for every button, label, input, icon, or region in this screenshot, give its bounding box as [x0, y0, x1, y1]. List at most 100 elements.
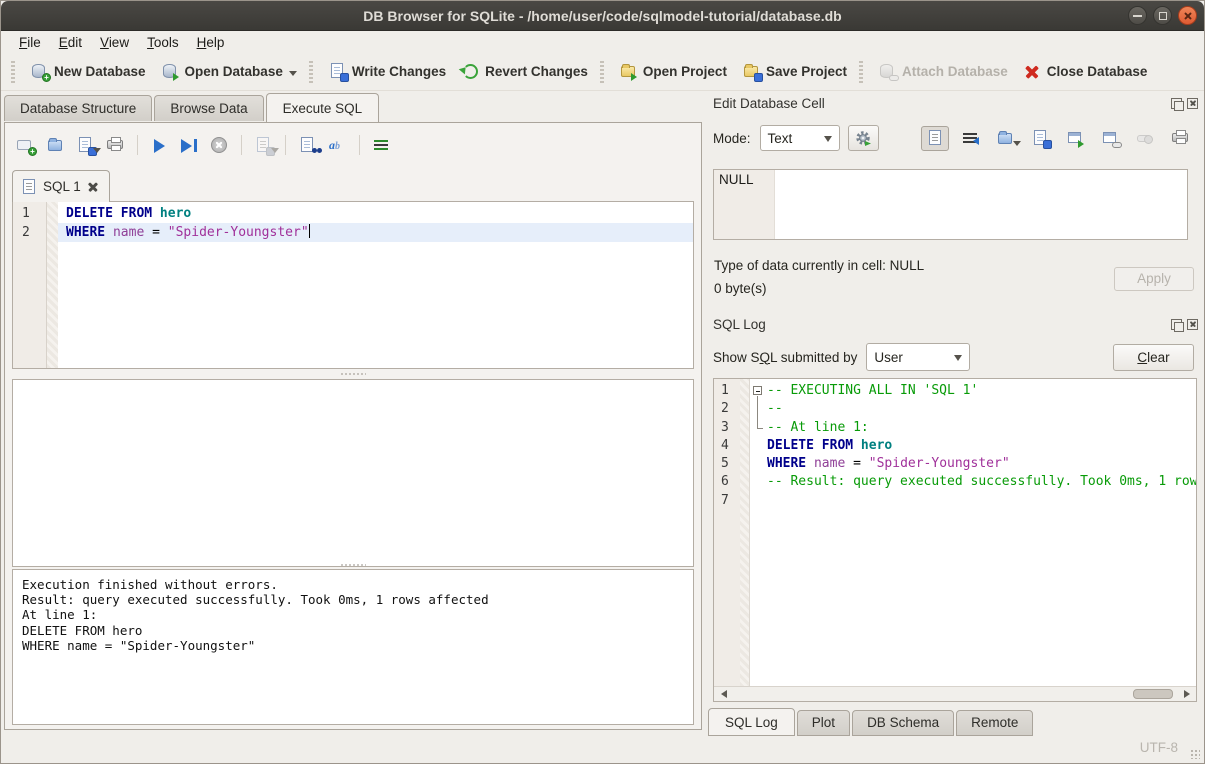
- database-open-icon: [162, 63, 179, 80]
- editor-line-numbers: 1 2: [13, 202, 47, 368]
- minimize-icon[interactable]: [1128, 6, 1147, 25]
- code-line-2-current: WHERE name = "Spider-Youngster": [58, 223, 693, 242]
- window-title: DB Browser for SQLite - /home/user/code/…: [363, 8, 841, 24]
- float-icon[interactable]: [1171, 98, 1182, 109]
- results-message-splitter[interactable]: [12, 561, 694, 568]
- cell-value: NULL: [714, 170, 775, 239]
- execution-message-pane: Execution finished without errors. Resul…: [12, 569, 694, 725]
- cell-editor-toolbar: [921, 126, 1194, 151]
- sql-editor[interactable]: 1 2 DELETE FROM hero WHERE name = "Spide…: [12, 201, 694, 369]
- maximize-icon[interactable]: [1153, 6, 1172, 25]
- print-icon[interactable]: [1166, 126, 1194, 151]
- edit-cell-title: Edit Database Cell: [713, 96, 825, 111]
- code-line-1: DELETE FROM hero: [58, 204, 693, 223]
- log-horizontal-scrollbar[interactable]: [714, 686, 1196, 701]
- sql-document-tab[interactable]: SQL 1: [12, 170, 110, 202]
- set-null-icon[interactable]: [1131, 126, 1159, 151]
- apply-button[interactable]: Apply: [1114, 267, 1194, 291]
- close-tab-icon[interactable]: [88, 181, 99, 192]
- tab-execute-sql[interactable]: Execute SQL: [266, 93, 380, 122]
- sql-tab-label: SQL 1: [43, 179, 81, 194]
- log-content: -- EXECUTING ALL IN 'SQL 1' -- -- At lin…: [750, 379, 1196, 686]
- close-icon[interactable]: [1187, 98, 1198, 109]
- menu-edit[interactable]: Edit: [50, 33, 91, 52]
- write-changes-button[interactable]: Write Changes: [321, 58, 454, 85]
- import-data-icon[interactable]: [991, 126, 1019, 151]
- tab-browse-data[interactable]: Browse Data: [154, 95, 263, 121]
- cell-value-editor[interactable]: NULL: [713, 169, 1188, 240]
- open-sql-file-icon[interactable]: [47, 137, 64, 154]
- edit-cell-dock-header: Edit Database Cell: [713, 94, 1198, 112]
- stop-icon[interactable]: [211, 137, 228, 154]
- editor-results-splitter[interactable]: [12, 370, 694, 377]
- submitter-select[interactable]: User: [866, 343, 970, 371]
- execute-line-icon[interactable]: [181, 137, 198, 154]
- sql-log-view: 1 2 3 4 5 6 7 -- EXECUTING ALL IN 'SQL 1…: [713, 378, 1197, 702]
- chevron-down-icon: [289, 63, 297, 80]
- text-mode-icon[interactable]: [921, 126, 949, 151]
- tab-database-structure[interactable]: Database Structure: [4, 95, 152, 121]
- cell-size-info: 0 byte(s): [714, 281, 767, 296]
- fold-marker-icon[interactable]: [753, 386, 762, 395]
- scrollbar-thumb[interactable]: [1133, 689, 1173, 699]
- close-icon[interactable]: [1178, 6, 1197, 25]
- attach-database-button[interactable]: Attach Database: [871, 58, 1016, 85]
- text-cursor: [309, 224, 311, 238]
- print-icon[interactable]: [107, 137, 124, 154]
- scroll-right-icon[interactable]: [1181, 687, 1196, 701]
- titlebar: DB Browser for SQLite - /home/user/code/…: [1, 1, 1204, 31]
- open-database-button[interactable]: Open Database: [154, 58, 305, 85]
- main-toolbar: + New Database Open Database Write Chang…: [1, 53, 1204, 91]
- revert-changes-button[interactable]: Revert Changes: [454, 58, 596, 85]
- menu-view[interactable]: View: [91, 33, 138, 52]
- revert-changes-icon: [462, 63, 479, 80]
- project-save-icon: [743, 63, 760, 80]
- sql-log-dock-header: SQL Log: [713, 315, 1198, 333]
- sql-log-filter-row: Show SQL submitted by User Clear: [713, 343, 1194, 371]
- filter-label: Show SQL submitted by: [713, 350, 857, 365]
- menu-help[interactable]: Help: [188, 33, 234, 52]
- log-gutter-strip: [740, 379, 750, 686]
- word-wrap-icon[interactable]: [956, 126, 984, 151]
- auto-switch-mode-button[interactable]: [848, 125, 879, 151]
- toolbar-handle: [11, 61, 15, 83]
- auto-format-icon[interactable]: ab: [329, 137, 346, 154]
- editor-code-area[interactable]: DELETE FROM hero WHERE name = "Spider-Yo…: [58, 202, 693, 368]
- menubar: File Edit View Tools Help: [1, 31, 1204, 53]
- float-icon[interactable]: [1171, 319, 1182, 330]
- new-database-button[interactable]: + New Database: [23, 58, 154, 85]
- cell-type-info: Type of data currently in cell: NULL: [714, 258, 924, 273]
- scroll-left-icon[interactable]: [714, 687, 729, 701]
- status-bar: UTF-8: [1, 729, 1204, 763]
- close-database-button[interactable]: Close Database: [1016, 58, 1156, 85]
- tab-new-icon[interactable]: +: [17, 137, 34, 154]
- menu-file[interactable]: File: [10, 33, 50, 52]
- toolbar-handle: [309, 61, 313, 83]
- export-data-icon[interactable]: [1026, 126, 1054, 151]
- toolbar-handle: [600, 61, 604, 83]
- open-project-button[interactable]: Open Project: [612, 58, 735, 85]
- menu-tools[interactable]: Tools: [138, 33, 188, 52]
- document-icon: [23, 179, 36, 195]
- editor-gutter-strip: [47, 202, 58, 368]
- save-project-button[interactable]: Save Project: [735, 58, 855, 85]
- execute-all-icon[interactable]: [151, 137, 168, 154]
- copy-link-icon[interactable]: [1096, 126, 1124, 151]
- save-results-icon[interactable]: [255, 137, 272, 154]
- results-grid-pane: [12, 379, 694, 567]
- write-changes-icon: [329, 63, 346, 80]
- find-replace-icon[interactable]: [299, 137, 316, 154]
- log-line-numbers: 1 2 3 4 5 6 7: [714, 379, 740, 686]
- execute-sql-panel: + ab SQL 1 1 2 DELETE FROM hero WHERE na…: [4, 122, 702, 730]
- mode-select[interactable]: Text: [760, 125, 840, 151]
- open-external-icon[interactable]: [1061, 126, 1089, 151]
- database-new-icon: +: [31, 63, 48, 80]
- toolbar-handle: [859, 61, 863, 83]
- close-icon[interactable]: [1187, 319, 1198, 330]
- resize-grip[interactable]: [1190, 749, 1200, 759]
- cell-edit-area[interactable]: [775, 170, 1187, 239]
- clear-button[interactable]: Clear: [1113, 344, 1194, 371]
- word-wrap-icon[interactable]: [373, 137, 390, 154]
- save-sql-file-icon[interactable]: [77, 137, 94, 154]
- cell-mode-row: Mode: Text: [713, 124, 1194, 152]
